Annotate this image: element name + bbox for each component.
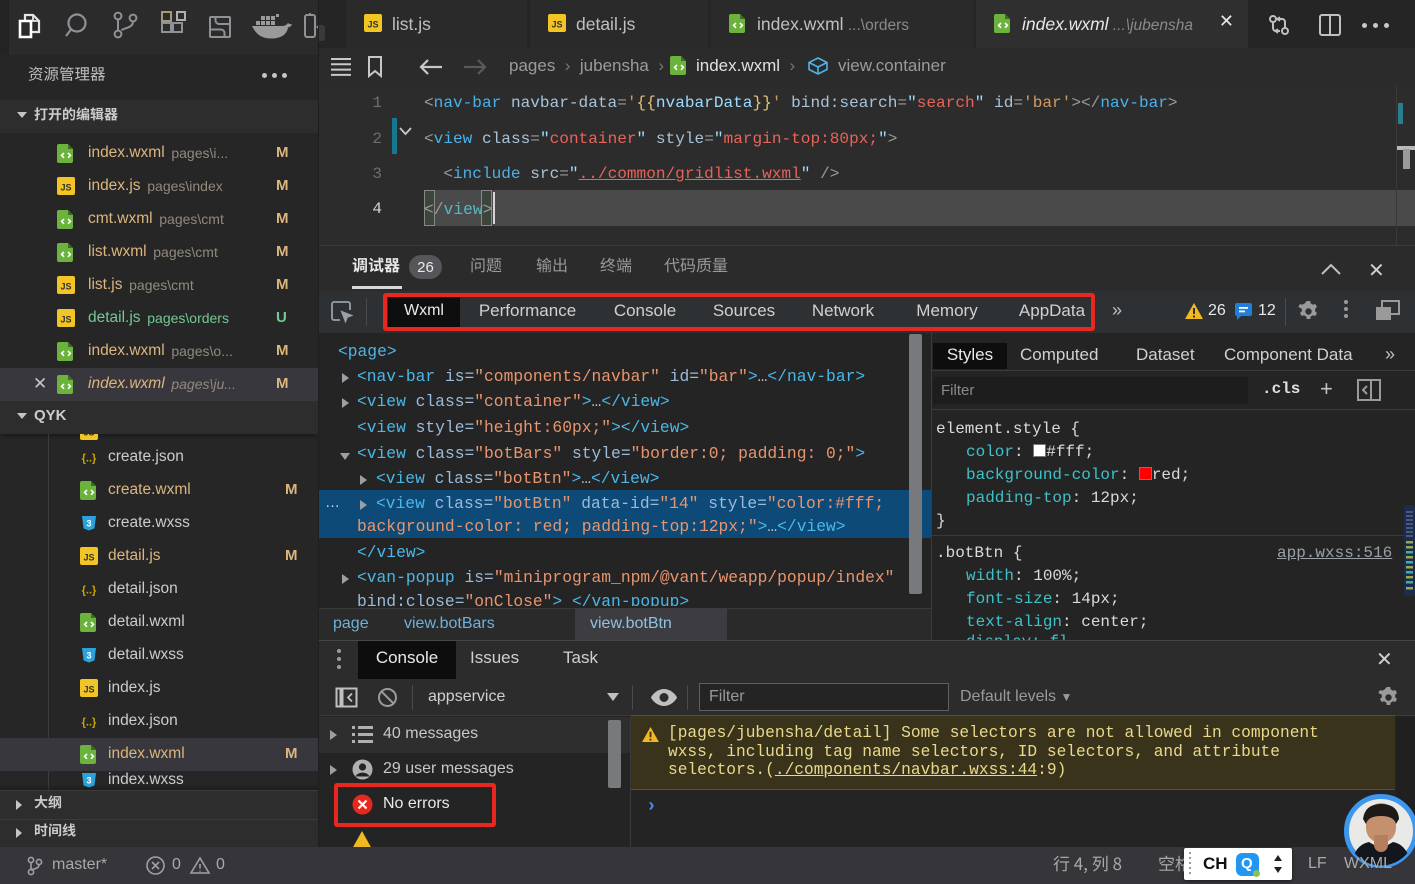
svg-text:3: 3 xyxy=(86,776,91,786)
svg-text:{..}: {..} xyxy=(82,453,97,465)
svg-text:JS: JS xyxy=(60,315,71,325)
svg-text:JS: JS xyxy=(83,685,94,695)
svg-text:{..}: {..} xyxy=(82,717,97,729)
svg-text:JS: JS xyxy=(60,282,71,292)
svg-text:3: 3 xyxy=(86,519,91,529)
svg-text:JS: JS xyxy=(367,20,378,30)
svg-text:JS: JS xyxy=(60,183,71,193)
svg-text:{..}: {..} xyxy=(82,585,97,597)
svg-text:3: 3 xyxy=(86,651,91,661)
svg-text:JS: JS xyxy=(551,20,562,30)
svg-text:JS: JS xyxy=(83,553,94,563)
svg-text:JS: JS xyxy=(83,434,94,438)
